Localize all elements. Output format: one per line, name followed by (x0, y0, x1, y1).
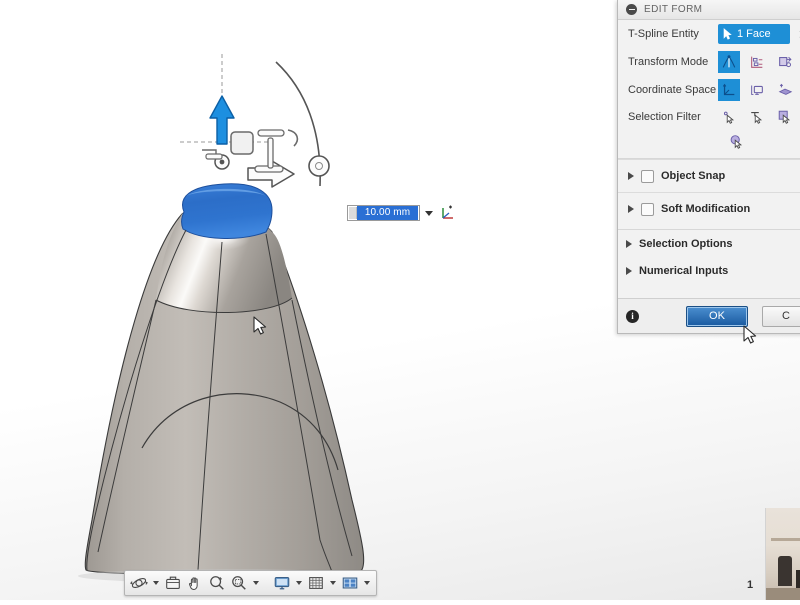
cursor-arrow-icon (723, 28, 732, 40)
group-label-soft-modification: Soft Modification (661, 203, 751, 215)
edit-form-dialog[interactable]: EDIT FORM T-Spline Entity 1 Face ✕ Trans… (617, 0, 800, 344)
mouse-cursor-viewport (253, 316, 267, 335)
grid-snap-icon[interactable] (306, 573, 326, 593)
group-label-selection-options: Selection Options (639, 237, 733, 250)
distance-value[interactable]: 10.00 mm (357, 206, 418, 220)
grid-snap-caret-icon[interactable] (330, 581, 336, 585)
label-tspline-entity: T-Spline Entity (628, 28, 699, 40)
collapse-minus-icon[interactable] (626, 4, 637, 15)
webcam-object-a (778, 556, 792, 586)
group-numerical-inputs[interactable]: Numerical Inputs (618, 257, 800, 284)
expander-triangle-icon[interactable] (628, 205, 634, 213)
coordinate-axis-icon[interactable] (440, 205, 456, 221)
viewports-caret-icon[interactable] (364, 581, 370, 585)
display-settings-icon[interactable] (272, 573, 292, 593)
expander-triangle-icon[interactable] (626, 266, 632, 275)
expander-triangle-icon[interactable] (628, 172, 634, 180)
hook-handle[interactable] (287, 129, 299, 147)
zoom-icon[interactable] (207, 573, 227, 593)
transform-mode-group[interactable] (718, 51, 796, 73)
transform-move-icon[interactable] (718, 51, 740, 73)
chevron-down-icon[interactable] (425, 210, 433, 216)
vertical-bar-handle[interactable] (267, 137, 274, 169)
bar-handle-top[interactable] (257, 129, 285, 137)
orbit-caret-icon[interactable] (153, 581, 159, 585)
group-label-object-snap: Object Snap (661, 170, 726, 182)
row-selection-filter-2 (618, 130, 800, 154)
input-grip[interactable] (349, 207, 357, 219)
cancel-button[interactable]: C (762, 305, 800, 327)
label-coordinate-space: Coordinate Space (628, 84, 717, 96)
group-label-numerical-inputs: Numerical Inputs (639, 264, 729, 277)
edit-form-title: EDIT FORM (644, 4, 703, 15)
edit-form-titlebar[interactable]: EDIT FORM (618, 0, 800, 20)
coordinate-view-icon[interactable] (746, 79, 768, 101)
soft-modification-checkbox[interactable] (641, 202, 654, 216)
expander-triangle-icon[interactable] (626, 239, 632, 248)
transform-edit-icon[interactable] (746, 51, 768, 73)
viewports-icon[interactable] (340, 573, 360, 593)
filter-edge-icon[interactable] (746, 106, 768, 128)
rotate-grip[interactable] (308, 155, 330, 177)
row-selection-filter: Selection Filter (618, 104, 800, 130)
zoom-window-icon[interactable] (229, 573, 249, 593)
row-coordinate-space: Coordinate Space (618, 76, 800, 104)
selection-count-label: 1 Face (737, 28, 771, 40)
pan-icon[interactable] (185, 573, 205, 593)
numerical-input-chip[interactable]: 10.00 mm (347, 203, 456, 223)
row-transform-mode: Transform Mode (618, 48, 800, 76)
info-icon[interactable]: i (626, 309, 639, 323)
webcam-number-label: 1 (747, 579, 754, 591)
distance-input[interactable]: 10.00 mm (347, 205, 420, 221)
pivot-dot (219, 159, 225, 165)
coordinate-world-icon[interactable] (718, 79, 740, 101)
webcam-shelf (771, 538, 800, 541)
label-selection-filter: Selection Filter (628, 111, 701, 123)
webcam-overlay (765, 508, 800, 600)
transform-gizmo[interactable] (180, 50, 360, 200)
row-tspline-entity: T-Spline Entity 1 Face ✕ (618, 20, 800, 48)
coordinate-space-group[interactable] (718, 79, 796, 101)
filter-vertex-icon[interactable] (718, 106, 740, 128)
group-soft-modification[interactable]: Soft Modification (618, 192, 800, 225)
selection-filter-group[interactable] (718, 106, 796, 128)
webcam-desk (766, 588, 800, 600)
look-at-icon[interactable] (163, 573, 183, 593)
edit-form-footer: i OK C (618, 298, 800, 333)
object-snap-checkbox[interactable] (641, 169, 654, 183)
orbit-icon[interactable] (129, 573, 149, 593)
panel-spacer (618, 284, 800, 298)
webcam-room (766, 508, 800, 600)
zoom-window-caret-icon[interactable] (253, 581, 259, 585)
group-selection-options[interactable]: Selection Options (618, 230, 800, 257)
left-bar-handle[interactable] (205, 153, 223, 160)
display-settings-caret-icon[interactable] (296, 581, 302, 585)
filter-body-icon[interactable] (726, 131, 748, 153)
coordinate-local-icon[interactable] (774, 79, 796, 101)
selection-pill[interactable]: 1 Face (718, 24, 790, 44)
filter-face-icon[interactable] (774, 106, 796, 128)
transform-modify-icon[interactable] (774, 51, 796, 73)
navigation-toolbar[interactable] (124, 570, 377, 596)
mouse-cursor-ok (743, 325, 757, 344)
scale-box-handle[interactable] (230, 131, 254, 155)
label-transform-mode: Transform Mode (628, 56, 709, 68)
group-object-snap[interactable]: Object Snap (618, 159, 800, 192)
ok-button[interactable]: OK (686, 305, 748, 327)
